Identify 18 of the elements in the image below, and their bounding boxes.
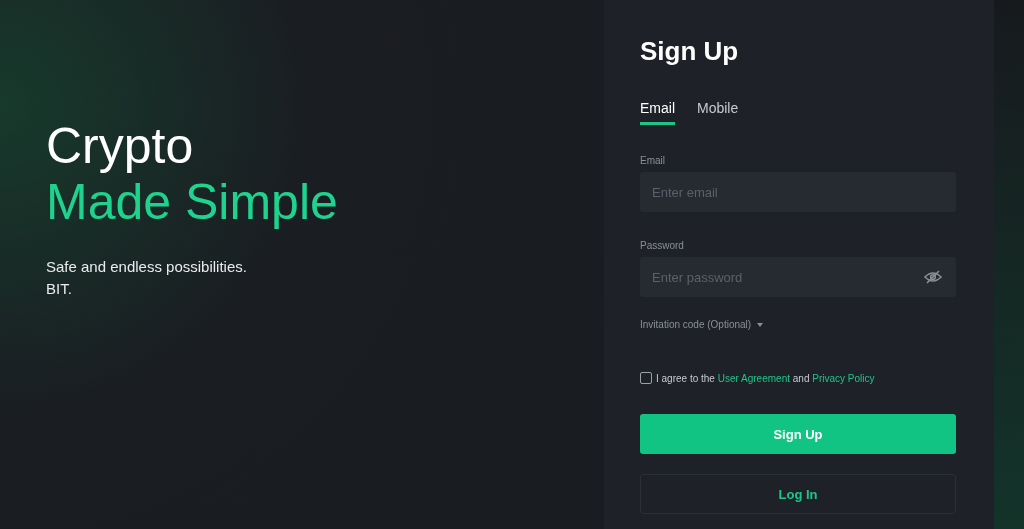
tab[interactable]: Email bbox=[640, 100, 675, 125]
form-title: Sign Up bbox=[640, 36, 740, 66]
password-field[interactable]: Enter password bbox=[640, 257, 956, 297]
field-label: Password bbox=[640, 240, 685, 251]
hero-subtitle: BIT. bbox=[46, 279, 73, 299]
email-field[interactable]: Enter email bbox=[640, 172, 956, 212]
log-in-button[interactable]: Log In bbox=[640, 474, 956, 514]
eye-slash-icon[interactable] bbox=[924, 270, 942, 284]
hero-subtitle: Safe and endless possibilities. bbox=[46, 257, 248, 277]
privacy-policy-link[interactable]: Privacy Policy bbox=[812, 372, 875, 384]
tab[interactable]: Mobile bbox=[697, 100, 739, 125]
user-agreement-link[interactable]: User Agreement bbox=[717, 372, 790, 384]
agreement-text: I agree to the User Agreement and Privacy Policy bbox=[656, 372, 875, 384]
hero-title: Made Simple bbox=[46, 174, 339, 230]
field-label: Email bbox=[640, 155, 666, 166]
hero-title: Crypto bbox=[46, 118, 195, 174]
agreement-checkbox[interactable] bbox=[640, 372, 652, 384]
invitation-code-toggle[interactable]: Invitation code (Optional) bbox=[640, 319, 764, 330]
